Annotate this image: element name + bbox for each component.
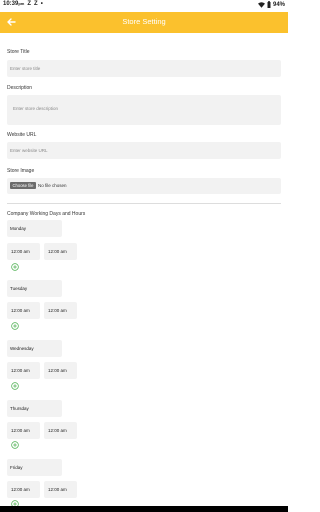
store-title-placeholder: Enter store title <box>10 66 41 71</box>
day-label: Thursday <box>10 406 29 411</box>
website-url-placeholder: Enter website URL <box>10 148 48 153</box>
time-value: 12:00 am <box>48 308 67 313</box>
description-placeholder: Enter store description <box>13 106 59 111</box>
day-label: Friday <box>10 465 23 470</box>
open-time-tuesday[interactable]: 12:00 am <box>7 302 40 319</box>
day-select-friday[interactable]: Friday <box>7 459 62 476</box>
navigation-bar <box>0 506 288 512</box>
working-hours-heading: Company Working Days and Hours <box>7 211 86 217</box>
day-select-monday[interactable]: Monday <box>7 220 62 237</box>
wifi-icon <box>257 1 265 8</box>
status-right: 94% <box>257 1 285 8</box>
open-time-friday[interactable]: 12:00 am <box>7 481 40 498</box>
open-time-monday[interactable]: 12:00 am <box>7 243 40 260</box>
time-value: 12:00 am <box>48 368 67 373</box>
day-label: Monday <box>10 226 27 231</box>
close-time-wednesday[interactable]: 12:00 am <box>44 362 77 379</box>
add-circle-icon[interactable] <box>11 322 19 330</box>
time-value: 12:00 am <box>11 487 30 492</box>
close-time-friday[interactable]: 12:00 am <box>44 481 77 498</box>
day-select-tuesday[interactable]: Tuesday <box>7 280 62 297</box>
day-label: Wednesday <box>10 346 34 351</box>
status-ampm: pm <box>18 1 25 6</box>
add-circle-icon[interactable] <box>11 263 19 271</box>
open-time-thursday[interactable]: 12:00 am <box>7 422 40 439</box>
notification-dot-icon: • <box>40 1 43 7</box>
close-time-thursday[interactable]: 12:00 am <box>44 422 77 439</box>
time-value: 12:00 am <box>11 308 30 313</box>
day-select-thursday[interactable]: Thursday <box>7 400 62 417</box>
close-time-monday[interactable]: 12:00 am <box>44 243 77 260</box>
day-select-wednesday[interactable]: Wednesday <box>7 340 62 357</box>
store-title-label: Store Title <box>7 49 30 55</box>
battery-icon <box>267 1 271 8</box>
day-label: Tuesday <box>10 286 28 291</box>
status-bar: 10:39pm Z Z • 94% <box>0 0 288 12</box>
time-value: 12:00 am <box>48 487 67 492</box>
file-status: No file chosen <box>38 183 67 188</box>
store-image-field: Choose file No file chosen <box>7 178 281 194</box>
time-value: 12:00 am <box>48 249 67 254</box>
add-circle-icon[interactable] <box>11 382 19 390</box>
time-value: 12:00 am <box>11 368 30 373</box>
notification-icon-1: Z <box>27 1 32 7</box>
time-value: 12:00 am <box>48 428 67 433</box>
add-circle-icon[interactable] <box>11 441 19 449</box>
description-label: Description <box>7 85 33 91</box>
notification-icon-2: Z <box>34 1 38 7</box>
time-value: 12:00 am <box>11 428 30 433</box>
status-left: 10:39pm Z Z • <box>3 1 43 7</box>
website-url-label: Website URL <box>7 132 37 138</box>
time-value: 12:00 am <box>11 249 30 254</box>
website-url-input[interactable]: Enter website URL <box>7 142 281 159</box>
status-time: 10:39pm <box>3 1 25 7</box>
open-time-wednesday[interactable]: 12:00 am <box>7 362 40 379</box>
battery-percent: 94% <box>272 1 285 8</box>
app-bar: Store Setting <box>0 12 288 33</box>
store-image-label: Store Image <box>7 168 35 174</box>
store-title-input[interactable]: Enter store title <box>7 60 281 77</box>
divider <box>7 203 281 204</box>
choose-file-button[interactable]: Choose file <box>10 182 36 189</box>
close-time-tuesday[interactable]: 12:00 am <box>44 302 77 319</box>
description-input[interactable]: Enter store description <box>7 95 281 125</box>
page-title: Store Setting <box>122 17 166 26</box>
